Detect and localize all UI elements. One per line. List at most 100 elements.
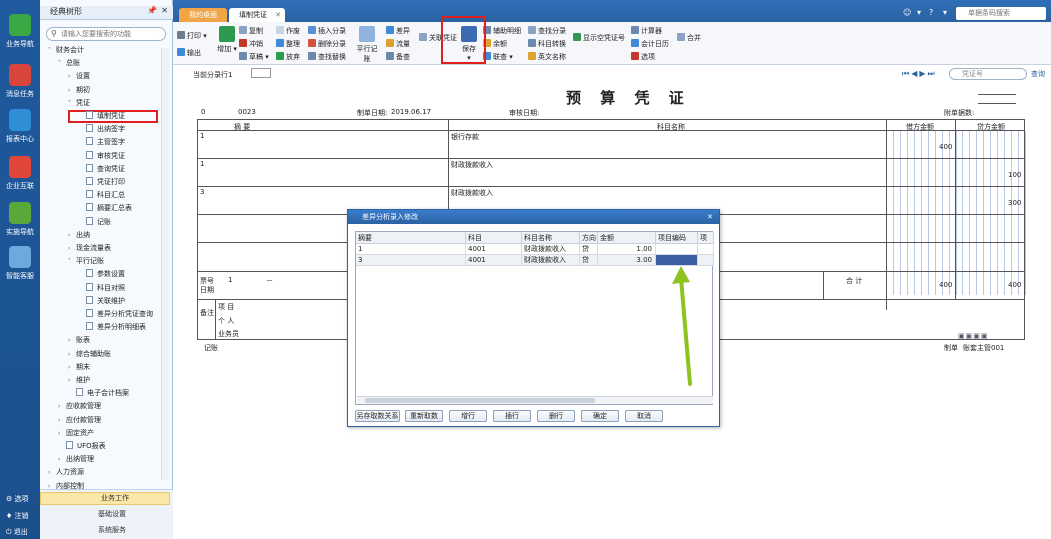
nav-tree-item[interactable]: ˅ 财务会计 bbox=[48, 44, 84, 56]
balance-button[interactable]: 余额 bbox=[483, 39, 507, 49]
nav-tree-item[interactable]: 科目对照 bbox=[78, 282, 125, 294]
scroll-thumb[interactable] bbox=[365, 398, 595, 403]
flow-button[interactable]: 流量 bbox=[386, 39, 410, 49]
row-2-subject[interactable]: 财政拨款收入 bbox=[451, 160, 493, 170]
nav-tree-item[interactable]: UFO报表 bbox=[58, 440, 106, 452]
tidy-button[interactable]: 整理 bbox=[276, 39, 300, 49]
nav-tree-item[interactable]: 记账 bbox=[78, 216, 111, 228]
nav-tree-item[interactable]: › 人力资源 bbox=[48, 466, 84, 478]
options-button[interactable]: 选项 bbox=[631, 52, 655, 62]
chevron-right-icon[interactable]: › bbox=[68, 375, 76, 387]
nav-tree-item[interactable]: › 固定资产 bbox=[58, 427, 94, 439]
nav-tree-item[interactable]: › 应收款管理 bbox=[58, 400, 101, 412]
chevron-right-icon[interactable]: › bbox=[58, 454, 66, 466]
grid-row-2-summary[interactable]: 3 bbox=[356, 255, 466, 266]
print-button[interactable]: 打印 ▾ bbox=[177, 31, 207, 41]
export-button[interactable]: 输出 bbox=[177, 48, 201, 58]
refetch-button[interactable]: 重新取数 bbox=[405, 410, 443, 422]
nav-footer-business[interactable]: 业务工作 bbox=[40, 492, 170, 505]
voucher-search[interactable]: 凭证号 bbox=[949, 68, 1027, 80]
top-search-input[interactable] bbox=[956, 7, 1036, 19]
chevron-right-icon[interactable]: › bbox=[68, 349, 76, 361]
pin-icon[interactable]: 📌 bbox=[147, 6, 157, 15]
rail-enterprise[interactable]: 企业互联 bbox=[0, 156, 40, 191]
nav-footer-system-service[interactable]: 系统服务 bbox=[98, 525, 126, 535]
show-blank-number-button[interactable]: 显示空凭证号 bbox=[573, 33, 625, 43]
dropdown-icon[interactable]: ▾ bbox=[917, 8, 921, 17]
nav-tree-item[interactable]: › 维护 bbox=[68, 374, 90, 386]
grid-row-1-project[interactable] bbox=[698, 244, 714, 255]
nav-tree-item[interactable]: ˅ 平行记账 bbox=[68, 255, 104, 267]
chevron-right-icon[interactable]: › bbox=[58, 415, 66, 427]
grid-row-1-project-code[interactable] bbox=[656, 244, 698, 255]
find-entry-button[interactable]: 查找分录 bbox=[528, 26, 566, 36]
insert-entry-button[interactable]: 插入分录 bbox=[308, 26, 346, 36]
nav-tree-item[interactable]: › 现金流量表 bbox=[68, 242, 111, 254]
chevron-right-icon[interactable]: › bbox=[68, 362, 76, 374]
nav-scrollbar[interactable] bbox=[161, 48, 169, 480]
grid-row-2-amount[interactable]: 3.00 bbox=[598, 255, 656, 266]
rail-options[interactable]: ⚙ 选项 bbox=[6, 494, 29, 504]
nav-search-input[interactable] bbox=[47, 28, 147, 40]
nav-footer-basic-settings[interactable]: 基础设置 bbox=[98, 509, 126, 519]
nav-tree-item[interactable]: 差异分析明细表 bbox=[78, 321, 146, 333]
record-nav[interactable]: ⏮◀▶⏭ bbox=[902, 69, 937, 79]
grid-hscrollbar[interactable] bbox=[357, 396, 713, 404]
aux-detail-button[interactable]: 辅助明细 bbox=[483, 26, 521, 36]
check-button[interactable]: 备查 bbox=[386, 52, 410, 62]
confirm-button[interactable]: 确定 bbox=[581, 410, 619, 422]
nav-tree-item[interactable]: › 出纳管理 bbox=[58, 453, 94, 465]
nav-tree-item[interactable]: 主管签字 bbox=[78, 136, 125, 148]
help-icon[interactable]: ? bbox=[929, 8, 933, 17]
rail-business-nav[interactable]: 业务导航 bbox=[0, 14, 40, 49]
close-icon[interactable]: ✕ bbox=[707, 210, 713, 224]
grid-row-1-name[interactable]: 财政拨款收入 bbox=[522, 244, 580, 255]
row-2-credit[interactable]: 100 bbox=[1008, 171, 1021, 179]
chevron-right-icon[interactable]: › bbox=[68, 335, 76, 347]
rail-reports[interactable]: 报表中心 bbox=[0, 109, 40, 144]
row-1-debit[interactable]: 400 bbox=[939, 143, 952, 151]
save-fetch-relation-button[interactable]: 另存取数关系 bbox=[355, 410, 400, 422]
nav-search[interactable]: ⚲ bbox=[46, 27, 166, 41]
abandon-button[interactable]: 放弃 bbox=[276, 52, 300, 62]
chevron-right-icon[interactable]: › bbox=[58, 401, 66, 413]
chevron-right-icon[interactable]: › bbox=[68, 243, 76, 255]
grid-row-2-name[interactable]: 财政拨款收入 bbox=[522, 255, 580, 266]
row-3-credit[interactable]: 300 bbox=[1008, 199, 1021, 207]
merge-button[interactable]: 合并 bbox=[677, 33, 701, 43]
voucher-date[interactable]: 2019.06.17 bbox=[391, 108, 431, 116]
voucher-number[interactable]: 0 bbox=[201, 108, 205, 116]
grid-row-2-code[interactable]: 4001 bbox=[466, 255, 522, 266]
nav-tree-item[interactable]: 填制凭证 bbox=[78, 110, 125, 122]
nav-tree-item[interactable]: 差异分析凭证查询 bbox=[78, 308, 153, 320]
add-row-button[interactable]: 增行 bbox=[449, 410, 487, 422]
chevron-right-icon[interactable]: › bbox=[48, 467, 56, 479]
row-1-subject[interactable]: 银行存款 bbox=[451, 132, 479, 142]
rail-messages[interactable]: 消息任务 bbox=[0, 64, 40, 99]
diff-button[interactable]: 差异 bbox=[386, 26, 410, 36]
linked-query-button[interactable]: 联查 ▾ bbox=[483, 52, 513, 62]
grid-row-1-amount[interactable]: 1.00 bbox=[598, 244, 656, 255]
nav-tree-item[interactable]: › 应付款管理 bbox=[58, 414, 101, 426]
add-button[interactable]: 增加 ▾ bbox=[216, 26, 238, 54]
grid-row-1-summary[interactable]: 1 bbox=[356, 244, 466, 255]
grid-row-1-code[interactable]: 4001 bbox=[466, 244, 522, 255]
nav-tree-item[interactable]: › 内部控制 bbox=[48, 480, 84, 492]
calendar-button[interactable]: 会计日历 bbox=[631, 39, 669, 49]
rail-smart-service[interactable]: 智能客服 bbox=[0, 246, 40, 281]
grid-row-1-direction[interactable]: 贷 bbox=[580, 244, 598, 255]
attachment-icons[interactable]: ▣▣▣▣ bbox=[958, 332, 988, 340]
find-replace-button[interactable]: 查找替换 bbox=[308, 52, 346, 62]
rail-exit[interactable]: ⏻ 退出 bbox=[6, 527, 28, 537]
nav-tree-item[interactable]: 关联维护 bbox=[78, 295, 125, 307]
nav-tree-item[interactable]: › 综合辅助账 bbox=[68, 348, 111, 360]
row-3-subject[interactable]: 财政拨款收入 bbox=[451, 188, 493, 198]
chevron-down-icon[interactable]: ˅ bbox=[58, 58, 66, 70]
grid-row-2-direction[interactable]: 贷 bbox=[580, 255, 598, 266]
nav-tree-item[interactable]: 科目汇总 bbox=[78, 189, 125, 201]
chevron-right-icon[interactable]: › bbox=[68, 71, 76, 83]
nav-tree-item[interactable]: ˅ 总账 bbox=[58, 57, 80, 69]
tab-close-icon[interactable]: ✕ bbox=[275, 8, 281, 22]
row-3-summary[interactable]: 3 bbox=[200, 188, 204, 196]
row-1-summary[interactable]: 1 bbox=[200, 132, 204, 140]
